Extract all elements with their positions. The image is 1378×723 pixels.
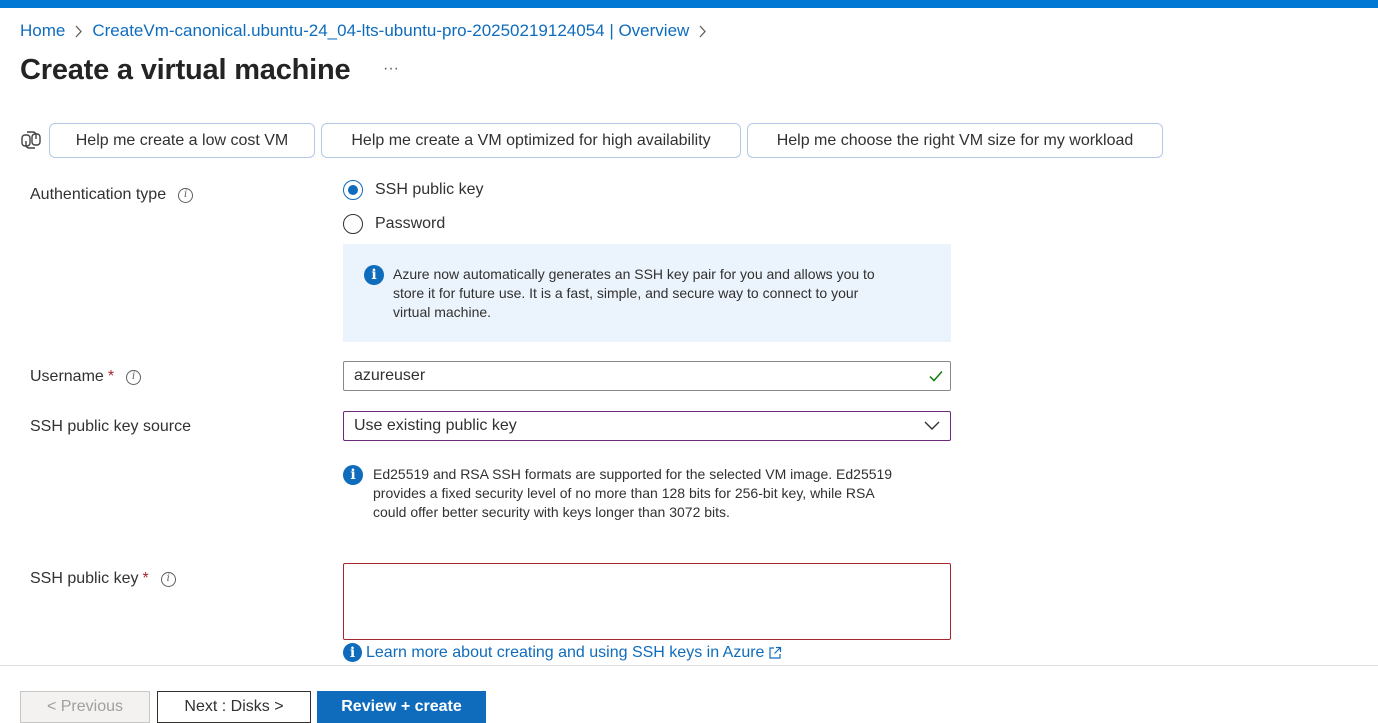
breadcrumb-home[interactable]: Home xyxy=(20,21,65,41)
radio-button-selected[interactable] xyxy=(343,180,363,200)
more-options-icon[interactable]: ··· xyxy=(380,60,402,82)
previous-button[interactable]: < Previous xyxy=(20,691,150,723)
ssh-format-info-line: could offer better security with keys lo… xyxy=(373,504,730,520)
radio-ssh-public-key-label: SSH public key xyxy=(375,181,484,198)
portal-top-bar xyxy=(0,0,1378,8)
prompt-high-availability-button[interactable]: Help me create a VM optimized for high a… xyxy=(321,123,741,158)
ssh-format-info-line: provides a fixed security level of no mo… xyxy=(373,485,875,501)
ssh-public-key-label: SSH public key * i xyxy=(30,570,176,588)
username-input[interactable]: azureuser xyxy=(343,361,951,391)
copilot-icon xyxy=(20,129,42,151)
ssh-key-source-text: SSH public key source xyxy=(30,418,191,435)
ssh-info-line: virtual machine. xyxy=(393,304,492,320)
ssh-info-line: store it for future use. It is a fast, s… xyxy=(393,285,859,301)
prompt-low-cost-vm-button[interactable]: Help me create a low cost VM xyxy=(49,123,315,158)
ssh-public-key-text: SSH public key xyxy=(30,570,139,587)
authentication-type-text: Authentication type xyxy=(30,186,167,203)
required-mark: * xyxy=(142,570,149,587)
external-link-icon xyxy=(769,646,782,659)
review-create-button[interactable]: Review + create xyxy=(317,691,486,723)
username-label: Username * i xyxy=(30,368,142,386)
ssh-info-line: Azure now automatically generates an SSH… xyxy=(393,266,875,282)
next-disks-button[interactable]: Next : Disks > xyxy=(157,691,311,723)
chevron-right-icon xyxy=(74,25,83,38)
ssh-key-source-value: Use existing public key xyxy=(354,417,517,434)
learn-more-ssh-keys-link[interactable]: i Learn more about creating and using SS… xyxy=(343,643,782,662)
prompt-vm-size-button[interactable]: Help me choose the right VM size for my … xyxy=(747,123,1163,158)
ssh-info-text: Azure now automatically generates an SSH… xyxy=(393,265,875,322)
info-icon[interactable]: i xyxy=(178,187,194,203)
ssh-format-info-text: Ed25519 and RSA SSH formats are supporte… xyxy=(373,465,892,522)
radio-password-label: Password xyxy=(375,215,446,232)
info-icon: i xyxy=(343,465,363,485)
breadcrumb-deployment-overview[interactable]: CreateVm-canonical.ubuntu-24_04-lts-ubun… xyxy=(92,21,689,41)
ssh-key-source-dropdown[interactable]: Use existing public key xyxy=(343,411,951,441)
radio-button[interactable] xyxy=(343,214,363,234)
info-icon: i xyxy=(364,265,384,285)
page-title: Create a virtual machine xyxy=(20,54,351,86)
radio-password[interactable]: Password xyxy=(343,214,445,234)
ssh-key-source-label: SSH public key source xyxy=(30,418,191,436)
chevron-right-icon xyxy=(698,25,707,38)
footer-divider xyxy=(0,665,1378,666)
breadcrumb: Home CreateVm-canonical.ubuntu-24_04-lts… xyxy=(20,20,716,42)
info-icon[interactable]: i xyxy=(160,571,176,587)
ssh-format-info-line: Ed25519 and RSA SSH formats are supporte… xyxy=(373,466,893,482)
username-text: Username xyxy=(30,368,104,385)
authentication-type-label: Authentication type i xyxy=(30,186,194,204)
required-mark: * xyxy=(107,368,115,385)
radio-ssh-public-key[interactable]: SSH public key xyxy=(343,180,484,200)
ssh-info-message: i Azure now automatically generates an S… xyxy=(343,244,951,342)
learn-more-text: Learn more about creating and using SSH … xyxy=(366,643,765,661)
ssh-public-key-textarea[interactable] xyxy=(343,563,951,640)
chevron-down-icon xyxy=(924,421,940,430)
info-icon: i xyxy=(343,643,362,662)
username-value: azureuser xyxy=(354,367,426,384)
info-icon[interactable]: i xyxy=(126,369,142,385)
checkmark-icon xyxy=(929,371,943,382)
